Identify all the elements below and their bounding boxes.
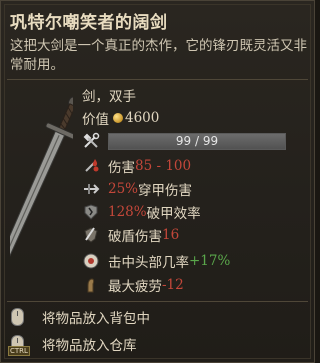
shield-damage-label: 破盾伤害 — [108, 229, 162, 245]
armor-pierce-value: 25% — [108, 181, 139, 197]
fatigue-value: -12 — [162, 277, 184, 293]
stat-armor-pierce: 25% 穿甲伤害 — [82, 179, 192, 199]
divider — [7, 301, 308, 302]
item-title: 巩特尔嘲笑者的阔剑 — [10, 13, 168, 33]
sword-image — [0, 83, 80, 295]
damage-value: 85 - 100 — [135, 158, 192, 174]
divider — [7, 79, 308, 80]
price-label: 价值 — [82, 112, 109, 128]
coin-icon — [113, 113, 123, 123]
action-to-bag-label: 将物品放入背包中 — [42, 311, 150, 327]
mouse-icon — [8, 306, 28, 328]
pierce-icon — [82, 180, 102, 198]
armor-efficiency-value: 128% — [108, 204, 147, 220]
fatigue-icon — [82, 276, 102, 294]
shield-damage-value: 16 — [162, 227, 180, 243]
price-value: 4600 — [125, 110, 160, 126]
blood-drop-icon — [82, 157, 102, 175]
ctrl-key-label: CTRL — [8, 346, 30, 356]
head-target-icon — [82, 252, 102, 270]
shield-break-icon — [82, 226, 102, 244]
damage-label: 伤害 — [108, 160, 135, 176]
durability-bar: 99 / 99 — [108, 132, 286, 150]
item-type-text: 剑，双手 — [82, 89, 136, 105]
stat-fatigue: 最大疲劳 -12 — [82, 275, 184, 295]
item-type: 剑，双手 — [82, 85, 136, 105]
armor-pierce-label: 穿甲伤害 — [138, 183, 193, 199]
durability-row: 99 / 99 — [82, 131, 286, 151]
armor-efficiency-label: 破甲效率 — [146, 206, 201, 222]
headshot-label: 击中头部几率 — [108, 255, 189, 271]
stat-shield-damage: 破盾伤害 16 — [82, 225, 179, 245]
ctrl-key-icon: CTRL — [8, 333, 30, 356]
stat-armor-efficiency: 128% 破甲效率 — [82, 202, 201, 222]
item-tooltip: 巩特尔嘲笑者的阔剑 这把大剑是一个真正的杰作，它的锋刃既灵活又非常耐用。 剑，双… — [0, 0, 315, 363]
durability-text: 99 / 99 — [175, 133, 219, 148]
item-price: 价值 4600 — [82, 108, 159, 128]
armor-break-icon — [82, 203, 102, 221]
action-to-storage-label: 将物品放入仓库 — [42, 338, 137, 354]
stat-headshot: 击中头部几率 +17% — [82, 251, 230, 271]
headshot-value: +17% — [189, 253, 231, 269]
hammer-wrench-icon — [82, 132, 102, 150]
action-to-storage[interactable]: CTRL 将物品放入仓库 — [8, 333, 137, 356]
item-description: 这把大剑是一个真正的杰作，它的锋刃既灵活又非常耐用。 — [10, 38, 307, 73]
action-to-bag[interactable]: 将物品放入背包中 — [8, 306, 150, 328]
stat-damage: 伤害 85 - 100 — [82, 156, 191, 176]
fatigue-label: 最大疲劳 — [108, 279, 162, 295]
